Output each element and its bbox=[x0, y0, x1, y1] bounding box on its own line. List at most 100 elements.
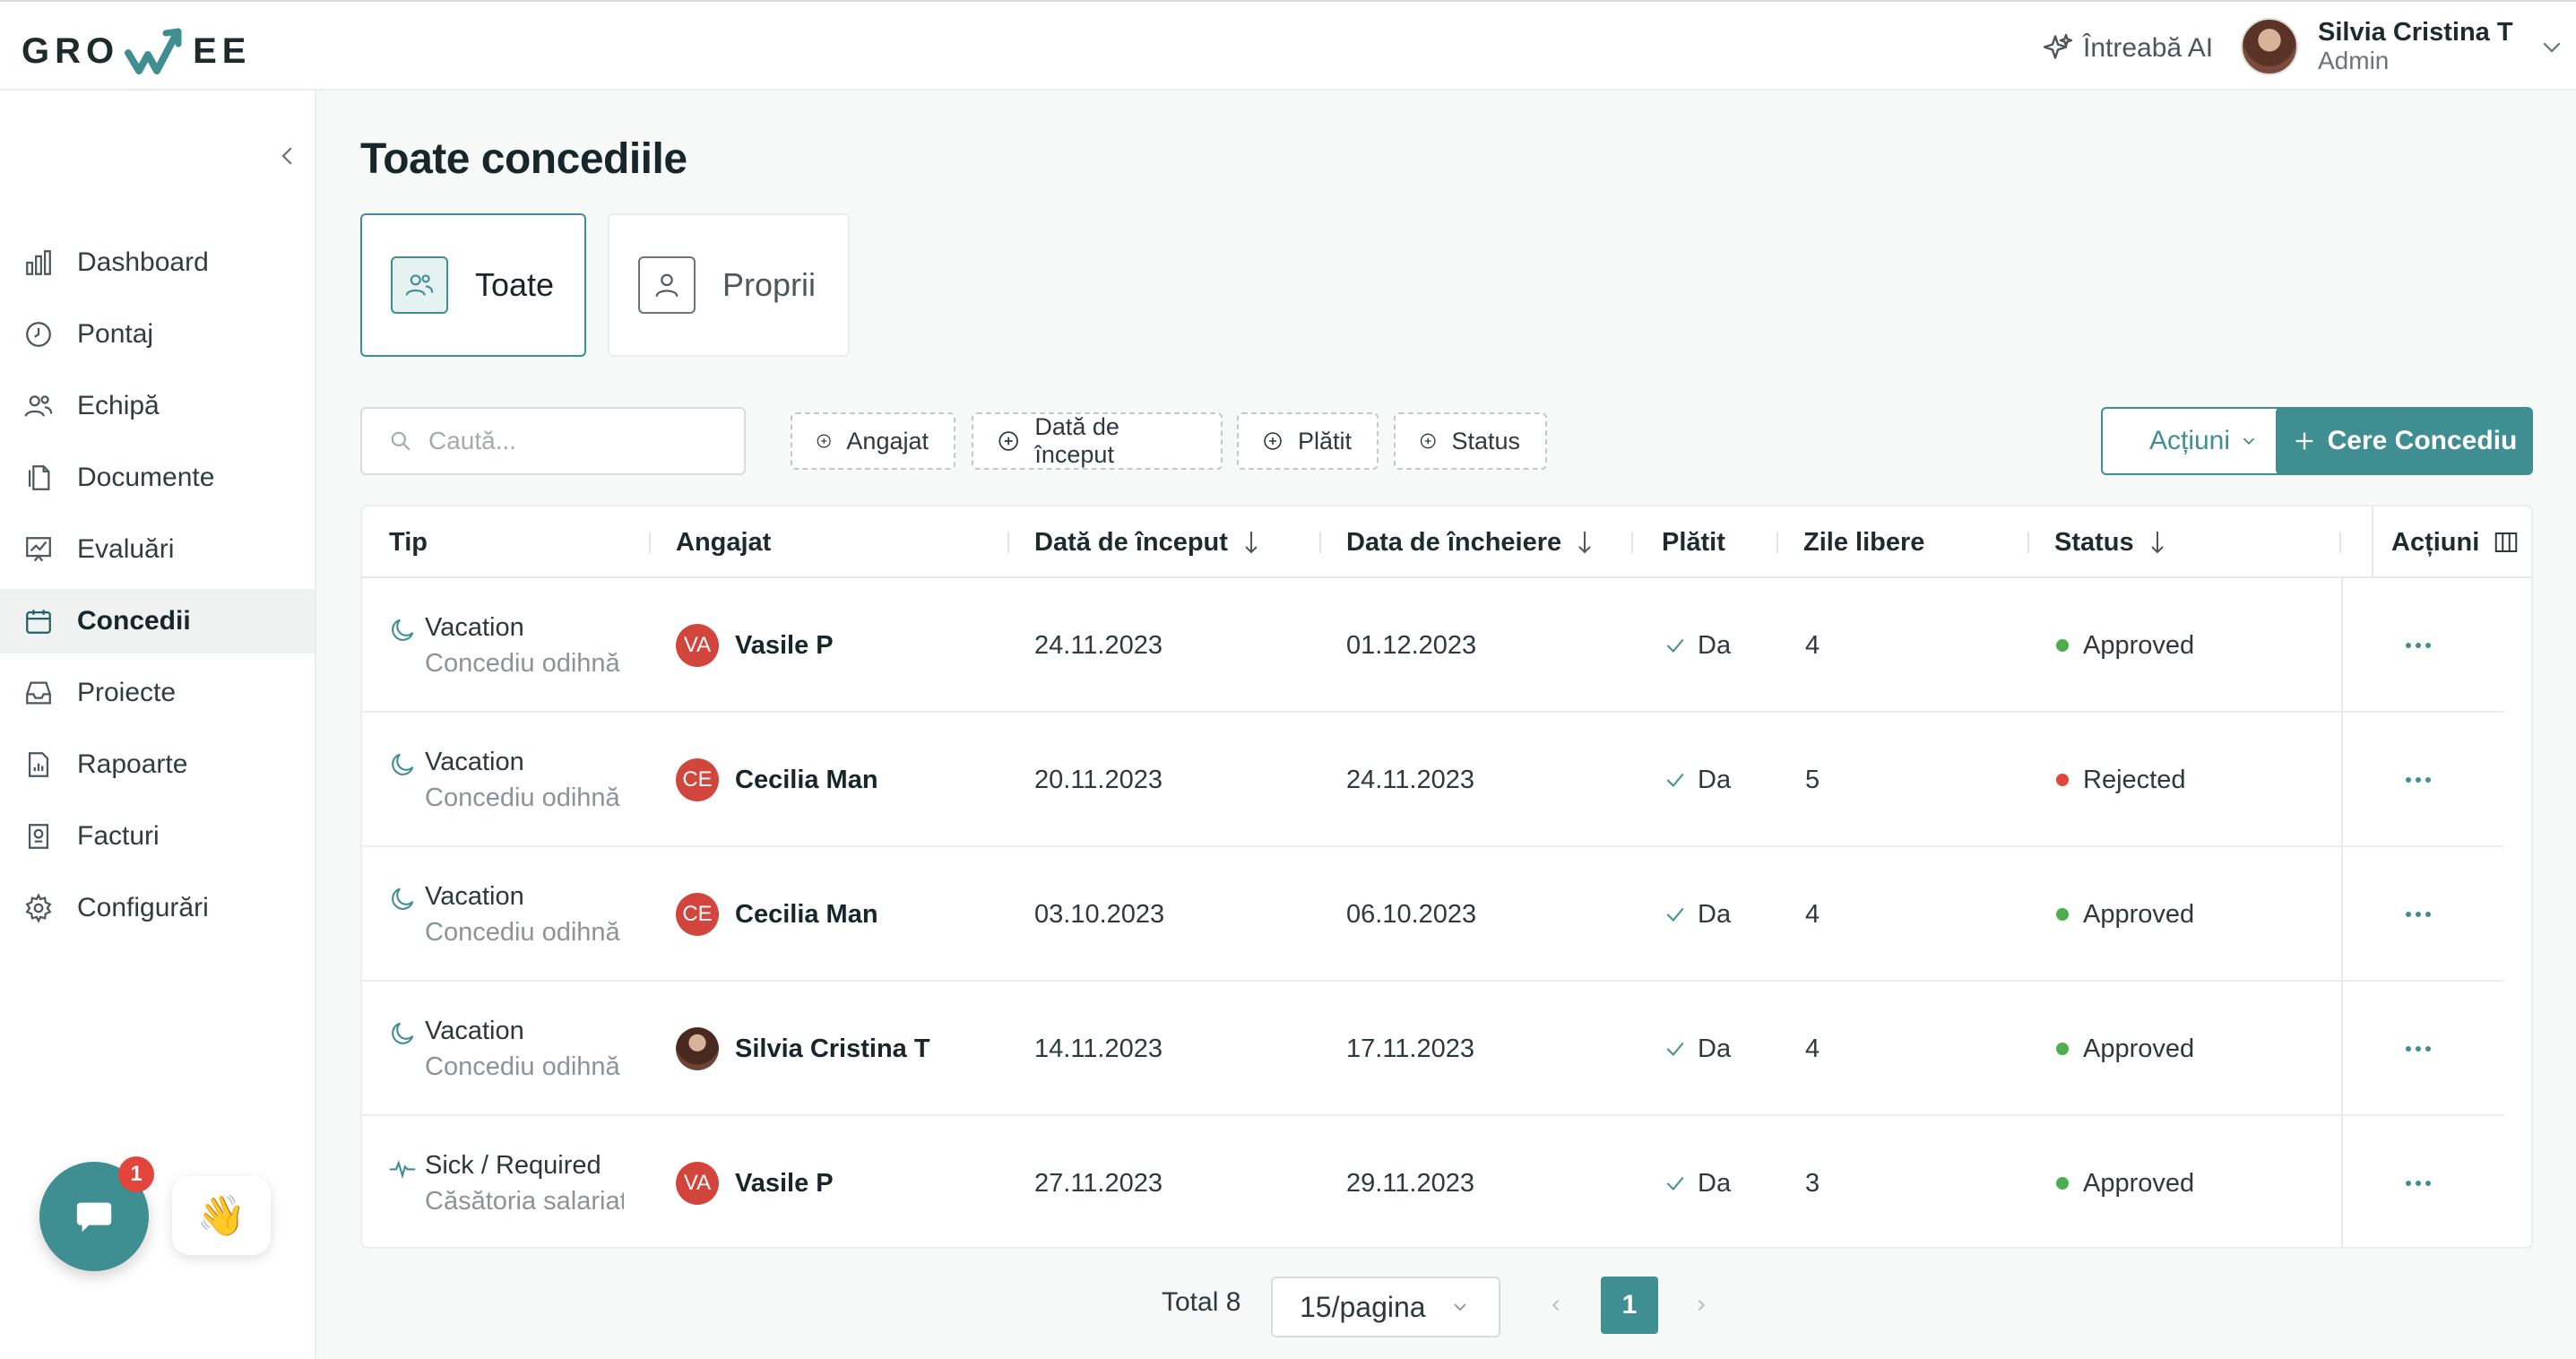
cell-type: Vacation Concediu odihnă bbox=[387, 713, 624, 847]
table-row[interactable]: Vacation Concediu odihnă CE Cecilia Man 20.1… bbox=[362, 713, 2504, 847]
columns-icon[interactable] bbox=[2492, 529, 2520, 556]
dot bbox=[2425, 777, 2431, 783]
user-avatar bbox=[2241, 18, 2298, 75]
cell-start-date: 20.11.2023 bbox=[1034, 765, 1163, 794]
leave-subtype: Concediu odihnă bbox=[425, 1052, 620, 1081]
sort-down-icon bbox=[2150, 532, 2164, 554]
moon-icon bbox=[392, 619, 414, 641]
row-actions-menu-icon[interactable] bbox=[2391, 847, 2445, 982]
tab-label: Toate bbox=[475, 266, 555, 303]
dot bbox=[2416, 1046, 2421, 1052]
sidebar-item-facturi[interactable]: Facturi bbox=[0, 804, 315, 869]
chart-board-icon bbox=[26, 537, 51, 562]
cell-paid: Da bbox=[1664, 713, 1731, 847]
users-icon bbox=[24, 395, 53, 417]
filter-angajat[interactable]: Angajat bbox=[791, 412, 955, 470]
sidebar-item-rapoarte[interactable]: Rapoarte bbox=[0, 732, 315, 797]
request-leave-button[interactable]: Cere Concediu bbox=[2276, 407, 2533, 475]
cell-end-date: 17.11.2023 bbox=[1346, 1034, 1474, 1063]
employee-name[interactable]: Vasile P bbox=[735, 631, 834, 661]
leave-subtype: Căsătoria salariatului bbox=[425, 1187, 624, 1216]
user-icon bbox=[655, 273, 679, 298]
filter-label: Angajat bbox=[846, 427, 929, 454]
growee-logo[interactable]: GRO EE bbox=[22, 20, 251, 82]
sidebar-item-configurari[interactable]: Configurări bbox=[0, 876, 315, 940]
page-number-current[interactable]: 1 bbox=[1601, 1277, 1658, 1334]
cell-paid: Da bbox=[1664, 1116, 1731, 1247]
tab-toate[interactable]: Toate bbox=[360, 213, 586, 357]
sidebar-item-concedii[interactable]: Concedii bbox=[0, 589, 315, 654]
dot bbox=[2425, 912, 2431, 917]
check-icon bbox=[1666, 907, 1684, 922]
chat-icon bbox=[76, 1202, 112, 1233]
status-dot bbox=[2056, 774, 2069, 786]
column-divider bbox=[1319, 532, 1321, 553]
page-size-value: 15/pagina bbox=[1300, 1290, 1426, 1323]
sidebar: Dashboard Pontaj Echipă Documente Evaluă… bbox=[0, 91, 316, 1359]
table-row[interactable]: Vacation Concediu odihnă VA Vasile P 24.11.2… bbox=[362, 578, 2504, 713]
plus-icon bbox=[2295, 432, 2312, 450]
page-title: Toate concediile bbox=[360, 135, 687, 183]
cell-start-date: 24.11.2023 bbox=[1034, 630, 1163, 660]
logo-mark-icon bbox=[125, 28, 182, 74]
row-actions-menu-icon[interactable] bbox=[2391, 713, 2445, 847]
check-icon bbox=[1666, 1042, 1684, 1056]
plus-circle-icon bbox=[1420, 433, 1436, 449]
employee-name[interactable]: Vasile P bbox=[735, 1169, 834, 1199]
search-input[interactable] bbox=[428, 427, 724, 455]
column-header-data-incheiere[interactable]: Data de încheiere bbox=[1346, 506, 1595, 578]
column-divider bbox=[1631, 532, 1633, 553]
row-actions-menu-icon[interactable] bbox=[2391, 1116, 2445, 1247]
employee-name[interactable]: Silvia Cristina T bbox=[735, 1034, 930, 1064]
user-menu[interactable]: Silvia Cristina T Admin bbox=[2241, 18, 2565, 75]
employee-name[interactable]: Cecilia Man bbox=[735, 900, 878, 930]
column-header-zile-libere: Zile libere bbox=[1803, 506, 1924, 578]
dot bbox=[2416, 777, 2421, 783]
filter-status[interactable]: Status bbox=[1394, 412, 1547, 470]
sidebar-item-label: Echipă bbox=[77, 391, 160, 420]
collapse-sidebar-icon[interactable] bbox=[274, 143, 301, 169]
table-row[interactable]: Sick / RequiredCăsătoria salariatuluiVAV… bbox=[362, 1116, 2504, 1247]
status-label: Approved bbox=[2083, 899, 2195, 929]
employee-name[interactable]: Cecilia Man bbox=[735, 766, 878, 795]
filter-platit[interactable]: Plătit bbox=[1237, 412, 1379, 470]
next-page-button[interactable] bbox=[1674, 1277, 1728, 1334]
column-header-status[interactable]: Status bbox=[2054, 506, 2168, 578]
inbox-icon bbox=[26, 681, 51, 705]
tab-label: Proprii bbox=[722, 266, 817, 303]
sidebar-item-label: Evaluări bbox=[77, 534, 175, 564]
check-icon bbox=[1666, 638, 1684, 653]
tab-proprii[interactable]: Proprii bbox=[608, 213, 850, 357]
table-row[interactable]: Vacation Concediu odihnă Silvia Cristina T… bbox=[362, 982, 2504, 1116]
employee-avatar: CE bbox=[676, 758, 719, 801]
row-actions-menu-icon[interactable] bbox=[2391, 578, 2445, 713]
column-label: Plătit bbox=[1662, 527, 1725, 557]
sidebar-item-label: Pontaj bbox=[77, 319, 154, 349]
sidebar-item-pontaj[interactable]: Pontaj bbox=[0, 302, 315, 367]
column-header-data-inceput[interactable]: Dată de început bbox=[1034, 506, 1262, 578]
row-actions-menu-icon[interactable] bbox=[2391, 982, 2445, 1116]
chat-unread-badge: 1 bbox=[118, 1156, 154, 1192]
top-bar: GRO EE Întreabă AI Silvia Cristina T Adm… bbox=[0, 0, 2576, 91]
table-row[interactable]: Vacation Concediu odihnă CE Cecilia Man 03.1… bbox=[362, 847, 2504, 982]
sidebar-item-evaluari[interactable]: Evaluări bbox=[0, 517, 315, 582]
wave-button[interactable]: 👋 bbox=[172, 1176, 271, 1255]
user-name: Silvia Cristina T bbox=[2318, 18, 2513, 47]
sidebar-item-documente[interactable]: Documente bbox=[0, 446, 315, 510]
cell-days-off: 4 bbox=[1805, 630, 1820, 660]
sidebar-item-dashboard[interactable]: Dashboard bbox=[0, 230, 315, 295]
sidebar-item-label: Concedii bbox=[77, 606, 191, 636]
ask-ai-button[interactable]: Întreabă AI bbox=[2042, 29, 2213, 68]
cell-end-date: 01.12.2023 bbox=[1346, 630, 1477, 660]
sidebar-item-echipa[interactable]: Echipă bbox=[0, 374, 315, 438]
chevron-left-icon bbox=[1552, 1299, 1560, 1311]
column-label: Data de încheiere bbox=[1346, 527, 1562, 557]
leave-type: Vacation bbox=[425, 748, 524, 776]
previous-page-button[interactable] bbox=[1529, 1277, 1583, 1334]
filter-data-inceput[interactable]: Dată de început bbox=[972, 412, 1223, 470]
sidebar-item-label: Documente bbox=[77, 463, 215, 492]
check-icon bbox=[1666, 1176, 1684, 1190]
leave-type: Vacation bbox=[425, 1017, 524, 1045]
sidebar-item-proiecte[interactable]: Proiecte bbox=[0, 661, 315, 725]
page-size-select[interactable]: 15/pagina bbox=[1271, 1277, 1500, 1337]
